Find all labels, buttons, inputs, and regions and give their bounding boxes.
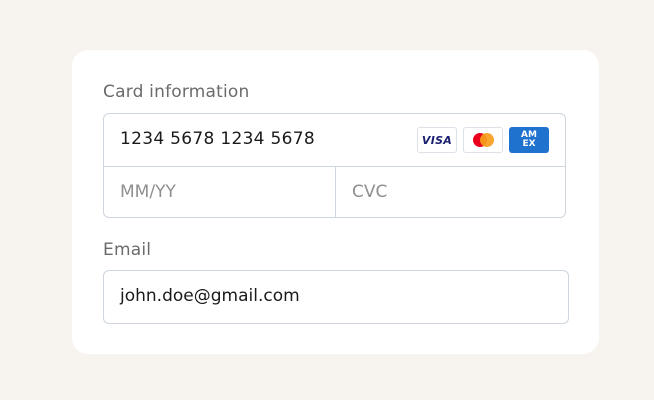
expiry-cvc-row: MM/YY CVC (104, 167, 565, 217)
card-input-group: 1234 5678 1234 5678 VISA AM EX MM/YY CVC (103, 113, 566, 218)
cvc-placeholder: CVC (352, 182, 388, 202)
mastercard-yellow-circle (480, 133, 494, 147)
card-brand-icons: VISA AM EX (417, 127, 549, 153)
expiry-placeholder: MM/YY (120, 182, 176, 202)
card-number-field[interactable]: 1234 5678 1234 5678 VISA AM EX (104, 114, 565, 167)
card-number-value: 1234 5678 1234 5678 (120, 129, 315, 149)
email-value: john.doe@gmail.com (120, 286, 300, 306)
visa-icon: VISA (417, 127, 457, 153)
expiry-field[interactable]: MM/YY (104, 167, 336, 217)
mastercard-icon (463, 127, 503, 153)
cvc-field[interactable]: CVC (336, 167, 565, 217)
payment-form-card: Card information 1234 5678 1234 5678 VIS… (72, 50, 599, 354)
email-label: Email (103, 240, 152, 260)
visa-wordmark: VISA (421, 133, 453, 147)
amex-wordmark-bottom: EX (522, 139, 536, 149)
card-information-label: Card information (103, 82, 250, 102)
amex-icon: AM EX (509, 127, 549, 153)
email-field[interactable]: john.doe@gmail.com (103, 270, 569, 324)
